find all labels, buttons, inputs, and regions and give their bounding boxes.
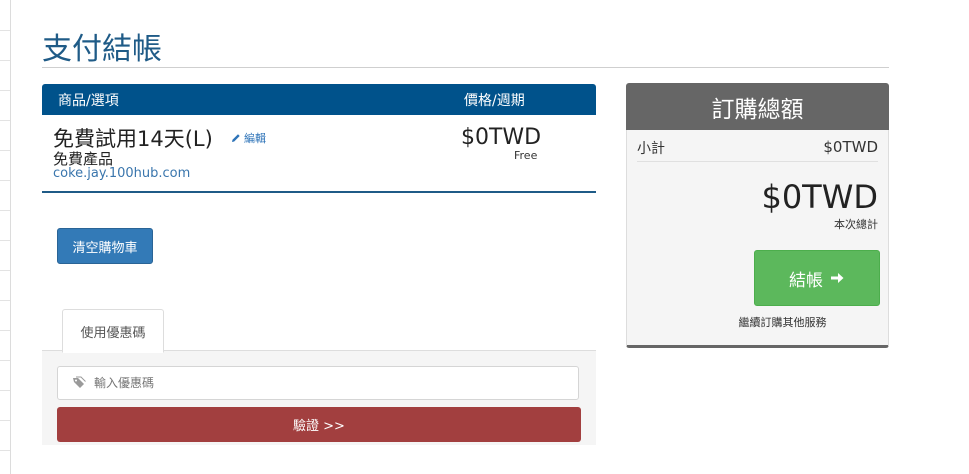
title-divider (42, 67, 889, 68)
page-title: 支付結帳 (42, 32, 162, 67)
continue-shopping-link[interactable]: 繼續訂購其他服務 (627, 314, 890, 330)
edit-label: 編輯 (244, 132, 266, 145)
product-billing-cycle: Free (514, 149, 538, 162)
cart-item-row: 免費試用14天(L) 編輯 免費產品 coke.jay.100hub.com $… (42, 115, 596, 193)
tab-promo-code[interactable]: 使用優惠碼 (62, 309, 164, 353)
left-sidebar-strip (0, 0, 11, 474)
subtotal-value: $0TWD (823, 138, 878, 156)
total-label: 本次總計 (834, 218, 878, 231)
order-summary-panel: 訂購總額 小計 $0TWD $0TWD 本次總計 結帳 繼續訂購其他服務 (626, 83, 889, 351)
tag-icon (73, 376, 86, 388)
order-summary-body: 小計 $0TWD $0TWD 本次總計 結帳 繼續訂購其他服務 (626, 130, 889, 348)
promo-code-field[interactable] (57, 366, 579, 400)
empty-cart-button[interactable]: 清空購物車 (57, 228, 153, 264)
checkout-label: 結帳 (789, 270, 823, 291)
total-value: $0TWD (761, 178, 878, 216)
summary-divider (637, 161, 878, 162)
pencil-icon (232, 134, 240, 142)
arrow-right-icon (831, 273, 844, 283)
product-domain: coke.jay.100hub.com (53, 166, 191, 181)
column-header-price: 價格/週期 (464, 93, 525, 109)
validate-promo-button[interactable]: 驗證 >> (57, 407, 581, 442)
cart-table: 商品/選項 價格/週期 免費試用14天(L) 編輯 免費產品 coke.jay.… (42, 84, 596, 193)
column-header-item: 商品/選項 (58, 93, 119, 109)
promo-code-input[interactable] (94, 376, 494, 390)
subtotal-label: 小計 (637, 141, 665, 157)
checkout-button[interactable]: 結帳 (754, 250, 880, 306)
cart-table-header: 商品/選項 價格/週期 (42, 84, 596, 115)
order-summary-title: 訂購總額 (626, 83, 889, 130)
edit-link[interactable]: 編輯 (231, 130, 266, 146)
product-price: $0TWD (461, 125, 542, 150)
